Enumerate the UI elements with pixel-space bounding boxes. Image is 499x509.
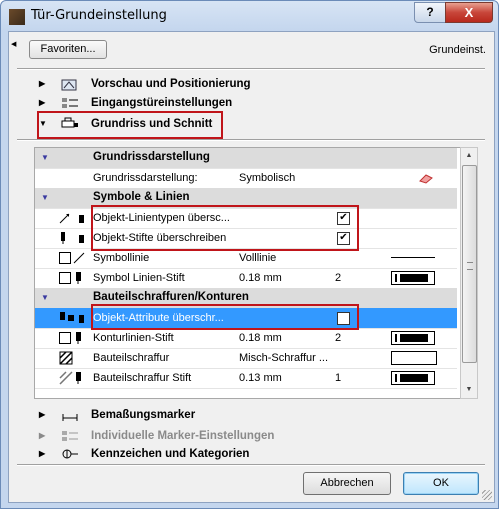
divider [17,68,485,70]
row-value[interactable]: Volllinie [239,252,276,264]
pen-number[interactable]: 1 [335,372,341,384]
row-name: Grundrissdarstellung: [93,172,198,184]
swatch-icon [59,252,71,264]
floorplan-symbol-icon [419,174,433,184]
row-name: Konturlinien-Stift [93,332,174,344]
section-label: Eingangstüreinstellungen [91,97,233,109]
row-name: Bauteilschraffur [93,352,170,364]
door-app-icon [9,9,25,25]
pen-icon [76,372,81,384]
ok-button[interactable]: OK [403,472,479,495]
row-symbolstift[interactable]: Symbol Linien-Stift 0.18 mm 2 [35,268,457,289]
preset-label: Grundeinst. [429,44,486,56]
pen-icon [76,332,81,344]
section-vorschau[interactable]: ▶ Vorschau und Positionierung [39,75,479,93]
row-name: Symbol Linien-Stift [93,272,185,284]
annotation-box [91,304,359,330]
section-label: Bemaßungsmarker [91,409,196,421]
pen-number[interactable]: 2 [335,332,341,344]
resize-grip-icon[interactable] [482,490,492,500]
marker-icon [62,431,78,441]
row-name: Symbollinie [93,252,150,264]
panel-scrollbar[interactable]: ▲ ▼ [460,147,478,399]
line-preview [391,257,435,258]
row-schraffurstift[interactable]: Bauteilschraffur Stift 0.13 mm 1 [35,368,457,389]
section-bemassung[interactable]: ▶ Bemaßungsmarker [39,406,479,424]
collapse-left-icon[interactable]: ◀ [11,40,16,48]
row-value: 0.18 mm [239,332,282,344]
group-grundrissdarstellung[interactable]: ▼ Grundrissdarstellung [35,148,457,169]
line-icon [73,252,85,264]
group-label: Bauteilschraffuren/Konturen [93,291,249,303]
row-name: Bauteilschraffur Stift [93,372,192,384]
annotation-box [91,205,359,251]
dimension-icon [62,414,78,421]
close-button[interactable]: X [445,2,493,23]
scroll-thumb[interactable] [462,165,477,363]
row-value[interactable]: Misch-Schraffur ... [239,352,328,364]
group-label: Symbole & Linien [93,191,190,203]
expand-arrow-icon[interactable]: ▶ [39,445,49,463]
pen-preview[interactable] [391,371,435,385]
divider [17,464,485,466]
section-label: Individuelle Marker-Einstellungen [91,430,275,442]
favorites-button[interactable]: Favoriten... [29,40,107,59]
expand-arrow-icon[interactable]: ▶ [39,406,49,424]
row-grundrissdarstellung[interactable]: Grundrissdarstellung: Symbolisch [35,168,457,189]
section-individuelle[interactable]: ▶ Individuelle Marker-Einstellungen [39,427,479,445]
window-title: Tür-Grundeinstellung [31,8,167,23]
row-value: 0.13 mm [239,372,282,384]
title-bar[interactable]: Tür-Grundeinstellung ? X [1,1,498,31]
expand-arrow-icon[interactable]: ▶ [39,94,49,112]
hatch-preview[interactable] [391,351,437,365]
section-eingang[interactable]: ▶ Eingangstüreinstellungen [39,94,479,112]
row-value: 0.18 mm [239,272,282,284]
pen-icon [61,232,84,244]
dialog-window: Tür-Grundeinstellung ? X ◀ Favoriten... … [0,0,499,509]
pen-icon [76,272,81,284]
settings-panel: ▼ Grundrissdarstellung Grundrissdarstell… [34,147,462,399]
collapse-arrow-icon[interactable]: ▼ [41,293,49,302]
expand-arrow-icon[interactable]: ▶ [39,427,49,445]
row-schraffur[interactable]: Bauteilschraffur Misch-Schraffur ... [35,348,457,369]
row-symbollinie[interactable]: Symbollinie Volllinie [35,248,457,269]
row-kontur[interactable]: Konturlinien-Stift 0.18 mm 2 [35,328,457,349]
scroll-up-icon[interactable]: ▲ [461,148,477,164]
section-label: Vorschau und Positionierung [91,78,251,90]
category-icon [62,449,78,459]
collapse-arrow-icon[interactable]: ▼ [41,153,49,162]
hatch-pen-icon [59,371,73,385]
group-label: Grundrissdarstellung [93,151,210,163]
pen-number[interactable]: 2 [335,272,341,284]
row-value[interactable]: Symbolisch [239,172,295,184]
scroll-down-icon[interactable]: ▼ [461,382,477,398]
entrance-icon [62,98,78,108]
cancel-button[interactable]: Abbrechen [303,472,391,495]
pen-attribute-icon [60,312,84,323]
preview-icon [61,79,77,91]
section-kennzeichen[interactable]: ▶ Kennzeichen und Kategorien [39,445,479,463]
hatch-icon [59,351,73,365]
pen-preview[interactable] [391,331,435,345]
swatch-icon [59,332,71,344]
swatch-icon [59,272,71,284]
collapse-arrow-icon[interactable]: ▼ [41,193,49,202]
section-label: Kennzeichen und Kategorien [91,448,250,460]
divider [17,139,485,141]
linetype-icon [59,213,84,224]
pen-preview[interactable] [391,271,435,285]
help-button[interactable]: ? [414,2,446,23]
expand-arrow-icon[interactable]: ▶ [39,75,49,93]
annotation-box [37,111,223,139]
